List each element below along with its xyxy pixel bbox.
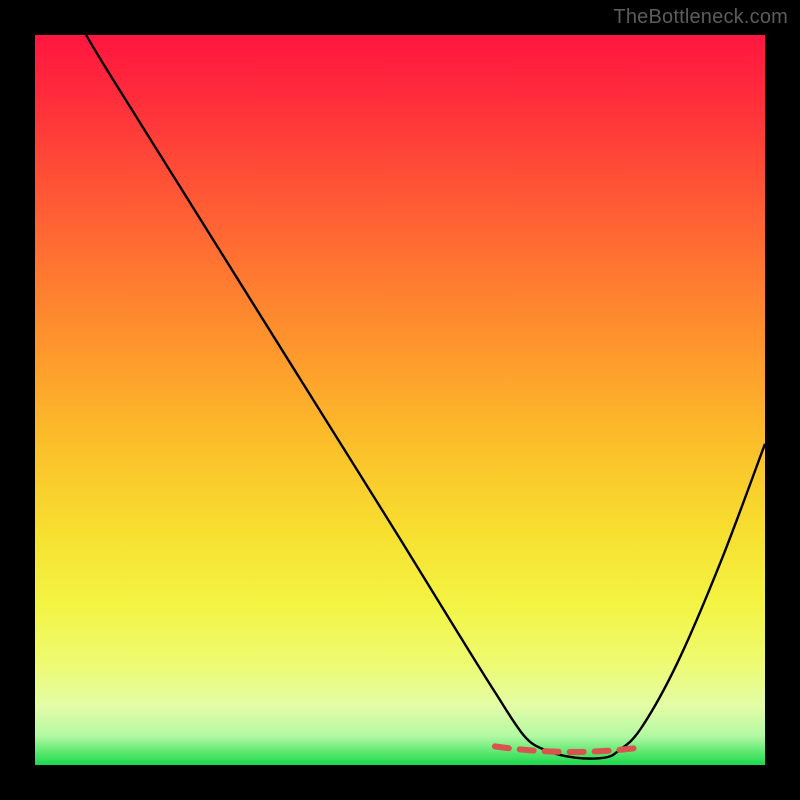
plot-area <box>35 35 765 765</box>
chart-frame: TheBottleneck.com <box>0 0 800 800</box>
optimal-range-marker <box>495 746 634 752</box>
curve-layer <box>35 35 765 765</box>
attribution-label: TheBottleneck.com <box>613 6 788 29</box>
bottleneck-curve <box>86 35 765 759</box>
